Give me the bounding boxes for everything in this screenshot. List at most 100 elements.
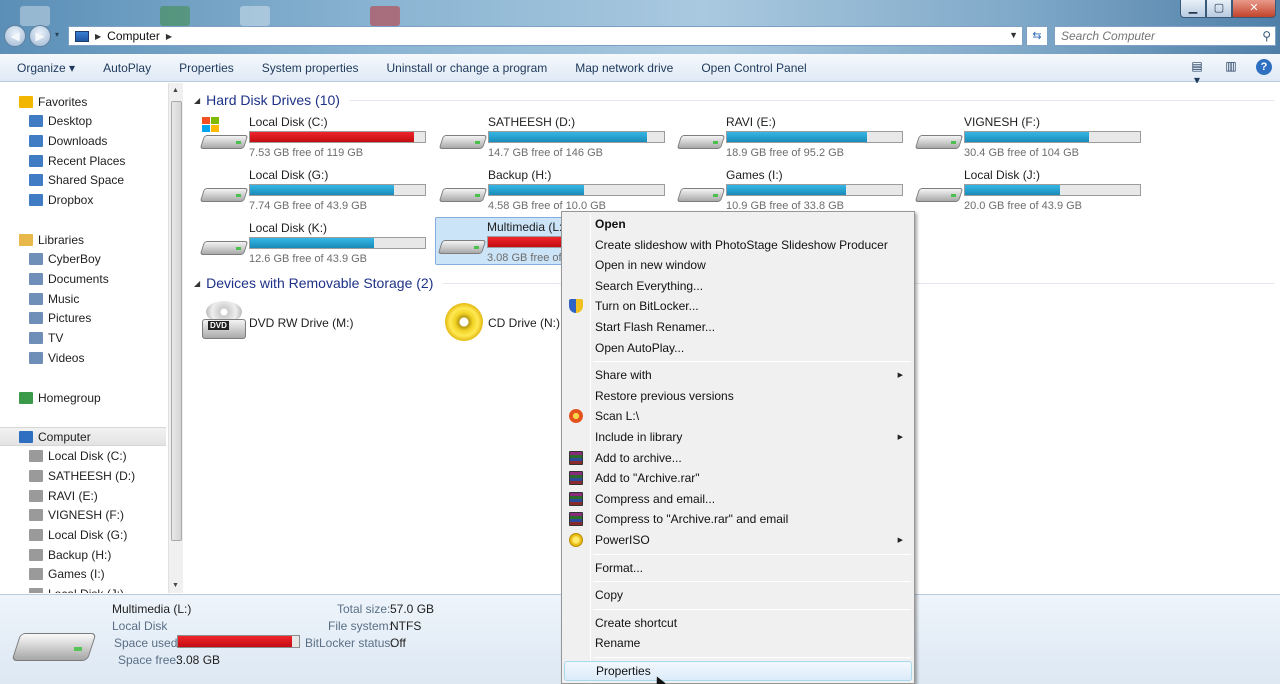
map-network-drive-button[interactable]: Map network drive [561, 61, 687, 75]
menu-item-poweriso[interactable]: PowerISO ▶ [564, 530, 912, 550]
recent-pages-icon[interactable]: ▾ [55, 30, 59, 39]
drive-item-local-disk-c[interactable]: Local Disk (C:) 7.53 GB free of 119 GB [198, 113, 430, 161]
menu-item-search-everything[interactable]: Search Everything... [564, 276, 912, 296]
hard-drive-icon [199, 182, 249, 204]
menu-item-include-in-library[interactable]: Include in library ▶ [564, 427, 912, 447]
menu-separator [593, 581, 911, 583]
drive-item-ravi-e[interactable]: RAVI (E:) 18.9 GB free of 95.2 GB [675, 113, 907, 161]
menu-item-compress-and-email[interactable]: Compress and email... [564, 489, 912, 509]
nav-item-backup-h[interactable]: Backup (H:) [0, 545, 166, 564]
nav-item-local-disk-g[interactable]: Local Disk (G:) [0, 526, 166, 545]
drive-item-backup-h[interactable]: Backup (H:) 4.58 GB free of 10.0 GB [437, 166, 669, 214]
close-button[interactable]: ✕ [1232, 0, 1276, 18]
nav-item-shared-space[interactable]: Shared Space [0, 171, 166, 190]
menu-item-open[interactable]: Open [564, 214, 912, 234]
folder-icon [29, 332, 43, 344]
drive-item-local-disk-k[interactable]: Local Disk (K:) 12.6 GB free of 43.9 GB [198, 219, 430, 267]
nav-homegroup[interactable]: Homegroup [0, 388, 166, 407]
menu-item-compress-to-archive-rar-and-email[interactable]: Compress to "Archive.rar" and email [564, 509, 912, 529]
menu-item-start-flash-renamer[interactable]: Start Flash Renamer... [564, 317, 912, 337]
forward-button[interactable]: ▶ [29, 25, 51, 47]
properties-button[interactable]: Properties [165, 61, 248, 75]
menu-item-create-shortcut[interactable]: Create shortcut [564, 613, 912, 633]
search-icon[interactable]: ⚲ [1262, 29, 1271, 43]
menu-item-add-to-archive-rar[interactable]: Add to "Archive.rar" [564, 468, 912, 488]
drive-item-vignesh-f[interactable]: VIGNESH (F:) 30.4 GB free of 104 GB [913, 113, 1145, 161]
nav-item-pictures[interactable]: Pictures [0, 309, 166, 328]
scrollbar-thumb[interactable] [171, 101, 182, 541]
drive-free-space: 7.53 GB free of 119 GB [249, 147, 364, 159]
menu-item-add-to-archive[interactable]: Add to archive... [564, 448, 912, 468]
nav-item-local-disk-j[interactable]: Local Disk (J:) [0, 585, 166, 593]
nav-item-vignesh-f[interactable]: VIGNESH (F:) [0, 506, 166, 525]
drive-item-local-disk-g[interactable]: Local Disk (G:) 7.74 GB free of 43.9 GB [198, 166, 430, 214]
nav-item-local-disk-c[interactable]: Local Disk (C:) [0, 447, 166, 466]
drive-item-games-i[interactable]: Games (I:) 10.9 GB free of 33.8 GB [675, 166, 907, 214]
background-decoration [160, 6, 190, 26]
search-input[interactable] [1055, 27, 1245, 45]
nav-item-tv[interactable]: TV [0, 329, 166, 348]
collapse-icon[interactable]: ◢ [194, 96, 200, 105]
drive-item-dvd[interactable]: DVD DVD RW Drive (M:) [198, 301, 438, 345]
address-bar[interactable]: ▶ Computer ▶ ▼ [68, 26, 1023, 46]
menu-item-open-in-new-window[interactable]: Open in new window [564, 255, 912, 275]
menu-item-share-with[interactable]: Share with ▶ [564, 365, 912, 385]
nav-item-recent-places[interactable]: Recent Places [0, 151, 166, 170]
submenu-arrow-icon: ▶ [897, 372, 903, 380]
drive-item-local-disk-j[interactable]: Local Disk (J:) 20.0 GB free of 43.9 GB [913, 166, 1145, 214]
nav-item-satheesh-d[interactable]: SATHEESH (D:) [0, 466, 166, 485]
preview-pane-icon[interactable]: ▥ [1222, 59, 1240, 75]
navigation-scrollbar[interactable]: ▲ ▼ [168, 83, 183, 593]
menu-item-properties[interactable]: Properties [564, 661, 912, 681]
breadcrumb-computer[interactable]: Computer [107, 29, 160, 43]
drive-name: Multimedia (L:) [487, 220, 567, 234]
menu-item-turn-on-bitlocker[interactable]: Turn on BitLocker... [564, 296, 912, 316]
refresh-button[interactable]: ⇆ [1026, 26, 1048, 46]
scroll-up-icon[interactable]: ▲ [172, 87, 179, 94]
menu-item-format[interactable]: Format... [564, 558, 912, 578]
group-header-hard-disks[interactable]: ◢ Hard Disk Drives (10) [194, 92, 1274, 108]
menu-item-copy[interactable]: Copy [564, 585, 912, 605]
nav-libraries[interactable]: Libraries [0, 230, 166, 249]
organize-button[interactable]: Organize ▾ [0, 61, 89, 75]
nav-favorites[interactable]: Favorites [0, 92, 166, 111]
background-decoration [240, 6, 270, 26]
menu-item-open-autoplay[interactable]: Open AutoPlay... [564, 338, 912, 358]
maximize-button[interactable]: ▢ [1206, 0, 1232, 18]
minimize-button[interactable]: ▁ [1180, 0, 1206, 18]
help-icon[interactable]: ? [1256, 59, 1272, 75]
collapse-icon[interactable]: ◢ [194, 279, 200, 288]
nav-computer[interactable]: Computer [0, 427, 166, 446]
nav-item-videos[interactable]: Videos [0, 348, 166, 367]
menu-item-rename[interactable]: Rename [564, 633, 912, 653]
nav-item-cyberboy[interactable]: CyberBoy [0, 250, 166, 269]
nav-item-documents[interactable]: Documents [0, 269, 166, 288]
menu-item-create-slideshow-with-photostage-slideshow-producer[interactable]: Create slideshow with PhotoStage Slidesh… [564, 235, 912, 255]
drive-item-satheesh-d[interactable]: SATHEESH (D:) 14.7 GB free of 146 GB [437, 113, 669, 161]
folder-icon [29, 489, 43, 502]
open-control-panel-button[interactable]: Open Control Panel [687, 61, 820, 75]
breadcrumb-arrow-icon[interactable]: ▶ [166, 32, 172, 41]
drive-name: Games (I:) [726, 168, 783, 182]
nav-item-desktop[interactable]: Desktop [0, 112, 166, 131]
nav-item-ravi-e[interactable]: RAVI (E:) [0, 486, 166, 505]
space-free-label: Space free: [118, 653, 180, 667]
nav-item-games-i[interactable]: Games (I:) [0, 565, 166, 584]
address-dropdown-icon[interactable]: ▼ [1009, 30, 1018, 40]
nav-item-dropbox[interactable]: Dropbox [0, 191, 166, 210]
menu-item-scan-l[interactable]: Scan L:\ [564, 406, 912, 426]
scroll-down-icon[interactable]: ▼ [172, 582, 179, 589]
change-view-icon[interactable]: ▤ ▾ [1188, 59, 1206, 87]
system-properties-button[interactable]: System properties [248, 61, 373, 75]
nav-item-music[interactable]: Music [0, 289, 166, 308]
nav-item-downloads[interactable]: Downloads [0, 131, 166, 150]
search-box[interactable]: ⚲ [1054, 26, 1276, 46]
folder-icon [29, 154, 43, 167]
autoplay-button[interactable]: AutoPlay [89, 61, 165, 75]
breadcrumb-arrow-icon[interactable]: ▶ [95, 32, 101, 41]
menu-item-restore-previous-versions[interactable]: Restore previous versions [564, 386, 912, 406]
total-size-label: Total size: [337, 602, 391, 616]
uninstall-program-button[interactable]: Uninstall or change a program [373, 61, 562, 75]
hard-drive-icon [437, 234, 487, 256]
back-button[interactable]: ◀ [4, 25, 26, 47]
